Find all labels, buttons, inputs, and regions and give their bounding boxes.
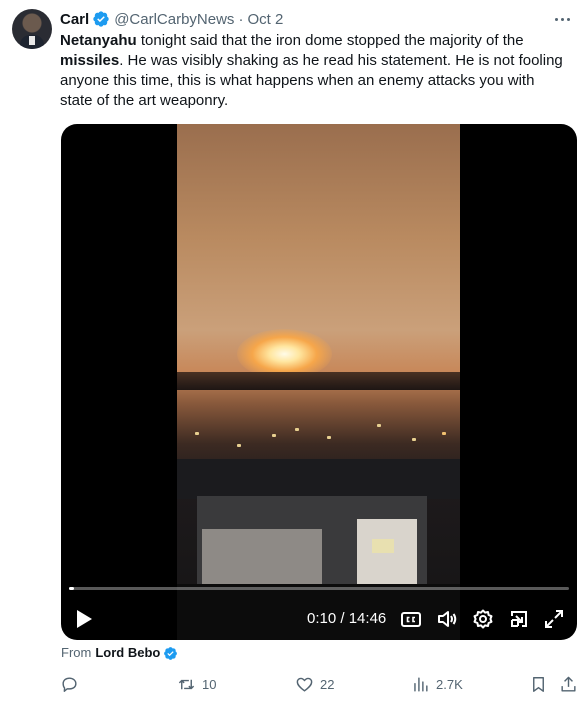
post-text: Netanyahu tonight said that the iron dom… <box>60 31 570 111</box>
share-button[interactable] <box>559 673 578 695</box>
video-horizon <box>177 372 460 390</box>
views-icon <box>414 676 428 692</box>
city-lights <box>177 394 460 464</box>
post-text-part-2: . He was visibly shaking as he read his … <box>60 52 563 109</box>
source-prefix: From <box>61 645 92 660</box>
reply-icon <box>62 676 77 692</box>
avatar-collar <box>29 36 35 45</box>
post-header: Carl @CarlCarbyNews · Oct 2 <box>60 9 283 29</box>
author-handle[interactable]: @CarlCarbyNews <box>114 11 234 28</box>
post-actions: 10 22 2.7K <box>0 673 586 695</box>
video-frame <box>177 124 460 640</box>
play-icon[interactable] <box>74 608 94 630</box>
more-icon[interactable] <box>552 10 572 28</box>
author-name[interactable]: Carl <box>60 11 89 28</box>
like-button[interactable]: 22 <box>295 673 334 695</box>
video-house-lit <box>357 519 417 589</box>
repost-button[interactable]: 10 <box>177 673 216 695</box>
post-text-bold-2[interactable]: missiles <box>60 52 119 69</box>
captions-icon[interactable] <box>400 608 422 630</box>
post-date[interactable]: Oct 2 <box>247 11 283 28</box>
repost-icon <box>178 679 195 689</box>
fullscreen-icon[interactable] <box>543 608 565 630</box>
author-avatar[interactable] <box>12 9 52 49</box>
like-count: 22 <box>320 676 335 692</box>
video-time-separator: / <box>336 610 349 627</box>
header-separator: · <box>238 10 244 28</box>
video-source: From Lord Bebo <box>61 645 182 661</box>
views-count: 2.7K <box>436 676 463 692</box>
video-buildings-back <box>177 459 460 499</box>
bookmark-button[interactable] <box>529 673 548 695</box>
reply-button[interactable] <box>60 673 85 695</box>
picture-in-picture-icon[interactable] <box>508 608 530 630</box>
gear-icon[interactable] <box>472 608 494 630</box>
video-time: 0:10 / 14:46 <box>307 609 386 629</box>
volume-icon[interactable] <box>436 608 458 630</box>
verified-badge-icon <box>93 11 109 27</box>
post-text-part-1: tonight said that the iron dome stopped … <box>136 32 524 49</box>
views-button[interactable]: 2.7K <box>411 673 463 695</box>
video-house <box>202 529 322 584</box>
video-progress-bar[interactable] <box>69 587 569 590</box>
video-duration: 14:46 <box>348 610 387 627</box>
post-text-bold-1[interactable]: Netanyahu <box>60 32 137 49</box>
video-window <box>372 539 394 553</box>
share-icon <box>561 676 576 692</box>
verified-badge-icon <box>164 646 178 660</box>
repost-count: 10 <box>202 676 217 692</box>
video-player[interactable]: 0:10 / 14:46 <box>61 124 577 640</box>
heart-icon <box>296 677 313 692</box>
video-current-time: 0:10 <box>307 610 337 627</box>
source-name[interactable]: Lord Bebo <box>95 645 160 661</box>
bookmark-icon <box>533 676 544 692</box>
video-progress-fill <box>69 587 75 590</box>
